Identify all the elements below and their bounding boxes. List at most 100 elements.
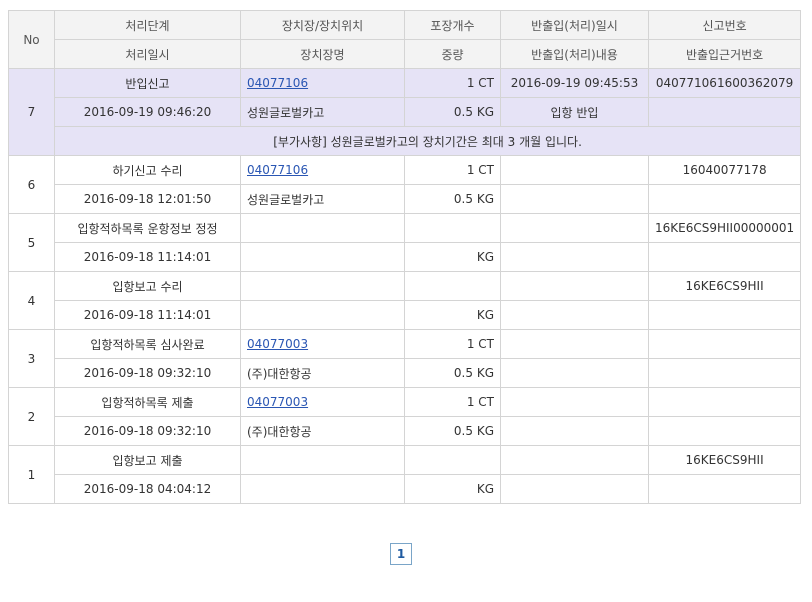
table-row: 7 반입신고 04077106 1 CT 2016-09-19 09:45:53… (8, 68, 802, 156)
row-no: 1 (8, 445, 55, 504)
warehouse-cell (240, 474, 405, 504)
warehouse-cell: (주)대한항공 (240, 358, 405, 388)
location-cell: 04077003 (240, 387, 405, 417)
io-datetime-cell (500, 329, 649, 359)
packages-cell: 1 CT (404, 155, 501, 185)
row-no: 7 (8, 68, 55, 156)
io-datetime-cell (500, 155, 649, 185)
io-content-cell (500, 416, 649, 446)
io-datetime-cell (500, 271, 649, 301)
process-time-cell: 2016-09-18 04:04:12 (54, 474, 241, 504)
warehouse-cell: 성원글로벌카고 (240, 97, 405, 127)
basis-no-cell (647, 300, 802, 330)
pagination-page-current[interactable]: 1 (390, 543, 412, 565)
process-time-cell: 2016-09-18 09:32:10 (54, 358, 241, 388)
warehouse-cell (240, 300, 405, 330)
io-content-cell (500, 242, 649, 272)
io-datetime-cell (500, 213, 649, 243)
location-link[interactable]: 04077106 (247, 76, 308, 90)
report-no-cell: 16KE6CS9HII00000001 (647, 213, 802, 243)
header-location: 장치장/장치위치 (240, 10, 405, 40)
step-cell: 입항적하목록 운항정보 정정 (54, 213, 241, 243)
weight-cell: KG (404, 300, 501, 330)
packages-cell (404, 213, 501, 243)
step-cell: 입항적하목록 제출 (54, 387, 241, 417)
header-report-no: 신고번호 (647, 10, 802, 40)
location-cell (240, 445, 405, 475)
location-link[interactable]: 04077003 (247, 337, 308, 351)
header-warehouse: 장치장명 (240, 39, 405, 69)
table-row: 5 입항적하목록 운항정보 정정 16KE6CS9HII00000001 (8, 213, 802, 272)
basis-no-cell (647, 184, 802, 214)
header-io-content: 반출입(처리)내용 (500, 39, 649, 69)
location-cell: 04077106 (240, 155, 405, 185)
header-step: 처리단계 (54, 10, 241, 40)
step-cell: 입항적하목록 심사완료 (54, 329, 241, 359)
process-time-cell: 2016-09-18 11:14:01 (54, 242, 241, 272)
process-time-cell: 2016-09-19 09:46:20 (54, 97, 241, 127)
weight-cell: 0.5 KG (404, 358, 501, 388)
table-body: 7 반입신고 04077106 1 CT 2016-09-19 09:45:53… (8, 68, 802, 504)
basis-no-cell (647, 416, 802, 446)
weight-cell: 0.5 KG (404, 416, 501, 446)
step-cell: 입항보고 제출 (54, 445, 241, 475)
header-no: No (8, 10, 55, 69)
table-row: 2 입항적하목록 제출 04077003 1 CT (8, 387, 802, 446)
table-row: 2016-09-18 09:32:10 (주)대한항공 0.5 KG (9, 358, 802, 388)
basis-no-cell (647, 358, 802, 388)
io-content-cell (500, 184, 649, 214)
location-cell (240, 213, 405, 243)
step-cell: 반입신고 (54, 68, 241, 98)
basis-no-cell (647, 97, 802, 127)
basis-no-cell (647, 474, 802, 504)
table-row: 2016-09-19 09:46:20 성원글로벌카고 0.5 KG 입항 반입 (9, 97, 802, 127)
packages-cell: 1 CT (404, 68, 501, 98)
process-time-cell: 2016-09-18 12:01:50 (54, 184, 241, 214)
cargo-progress-table: No 처리단계 장치장/장치위치 포장개수 반출입(처리)일시 신고번호 처리일… (8, 10, 802, 504)
packages-cell (404, 445, 501, 475)
basis-no-cell (647, 242, 802, 272)
header-process-time: 처리일시 (54, 39, 241, 69)
table-header: No 처리단계 장치장/장치위치 포장개수 반출입(처리)일시 신고번호 처리일… (8, 10, 802, 69)
io-content-cell (500, 474, 649, 504)
location-link[interactable]: 04077106 (247, 163, 308, 177)
report-no-cell: 16KE6CS9HII (647, 271, 802, 301)
row-no: 6 (8, 155, 55, 214)
weight-cell: 0.5 KG (404, 97, 501, 127)
packages-cell (404, 271, 501, 301)
process-time-cell: 2016-09-18 09:32:10 (54, 416, 241, 446)
warehouse-cell: 성원글로벌카고 (240, 184, 405, 214)
location-cell: 04077003 (240, 329, 405, 359)
io-content-cell (500, 358, 649, 388)
io-datetime-cell: 2016-09-19 09:45:53 (500, 68, 649, 98)
row-no: 4 (8, 271, 55, 330)
storage-note: [부가사항] 성원글로벌카고의 장치기간은 최대 3 개월 입니다. (53, 126, 802, 156)
table-row: 6 하기신고 수리 04077106 1 CT 16040077178 (8, 155, 802, 214)
report-no-cell: 16040077178 (647, 155, 802, 185)
step-cell: 하기신고 수리 (54, 155, 241, 185)
io-datetime-cell (500, 445, 649, 475)
row-no: 5 (8, 213, 55, 272)
header-io-datetime: 반출입(처리)일시 (500, 10, 649, 40)
io-datetime-cell (500, 387, 649, 417)
warehouse-cell: (주)대한항공 (240, 416, 405, 446)
packages-cell: 1 CT (404, 387, 501, 417)
table-row: 2016-09-18 12:01:50 성원글로벌카고 0.5 KG (9, 184, 802, 214)
report-no-cell (647, 329, 802, 359)
header-basis-no: 반출입근거번호 (647, 39, 802, 69)
process-time-cell: 2016-09-18 11:14:01 (54, 300, 241, 330)
table-row: 1 입항보고 제출 16KE6CS9HII (8, 445, 802, 504)
location-link[interactable]: 04077003 (247, 395, 308, 409)
step-cell: 입항보고 수리 (54, 271, 241, 301)
warehouse-cell (240, 242, 405, 272)
table-row: 4 입항보고 수리 16KE6CS9HII (8, 271, 802, 330)
table-row: 2016-09-18 04:04:12 KG (9, 474, 802, 504)
location-cell (240, 271, 405, 301)
header-weight: 중량 (404, 39, 501, 69)
packages-cell: 1 CT (404, 329, 501, 359)
row-no: 3 (8, 329, 55, 388)
table-row: [부가사항] 성원글로벌카고의 장치기간은 최대 3 개월 입니다. (9, 126, 802, 156)
header-packages: 포장개수 (404, 10, 501, 40)
weight-cell: 0.5 KG (404, 184, 501, 214)
table-row: 3 입항적하목록 심사완료 04077003 1 CT (8, 329, 802, 388)
